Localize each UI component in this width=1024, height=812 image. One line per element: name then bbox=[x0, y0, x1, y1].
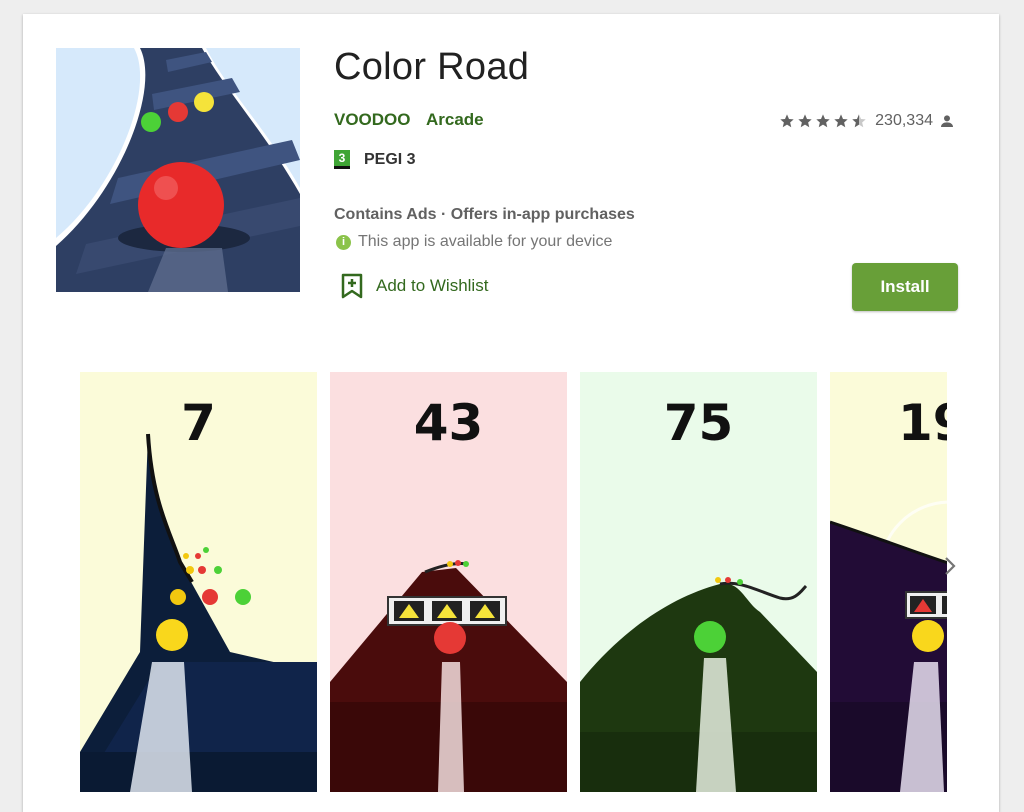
availability-notice: i This app is available for your device bbox=[336, 233, 612, 251]
rating-count: 230,334 bbox=[875, 112, 933, 129]
star-rating bbox=[779, 113, 869, 129]
star-icon bbox=[780, 114, 794, 128]
bookmark-add-icon bbox=[341, 273, 363, 299]
screenshot-1[interactable]: 7 bbox=[80, 372, 317, 792]
screenshot-score: 7 bbox=[181, 394, 216, 452]
wishlist-label: Add to Wishlist bbox=[376, 276, 489, 295]
screenshot-2[interactable]: 43 bbox=[330, 372, 567, 792]
availability-text: This app is available for your device bbox=[358, 233, 613, 250]
star-icon bbox=[798, 114, 812, 128]
genre-link[interactable]: Arcade bbox=[426, 110, 484, 130]
developer-link[interactable]: VOODOO bbox=[334, 110, 411, 130]
install-button[interactable]: Install bbox=[852, 263, 958, 311]
person-icon bbox=[941, 115, 953, 127]
screenshot-score: 43 bbox=[413, 394, 484, 452]
app-icon bbox=[56, 48, 300, 292]
chevron-right-icon[interactable] bbox=[938, 554, 962, 578]
screenshot-score: 75 bbox=[663, 394, 734, 452]
star-icon bbox=[816, 114, 830, 128]
app-details-card: Color Road VOODOO Arcade 230,334 3 PEGI … bbox=[23, 14, 999, 812]
ads-notice: Contains Ads · Offers in-app purchases bbox=[334, 206, 635, 223]
screenshot-4[interactable]: 19 bbox=[830, 372, 947, 792]
screenshot-score: 19 bbox=[898, 394, 947, 452]
star-icon bbox=[834, 114, 848, 128]
add-to-wishlist-button[interactable]: Add to Wishlist bbox=[341, 273, 488, 299]
info-icon: i bbox=[336, 234, 351, 250]
rating-summary: 230,334 bbox=[779, 112, 955, 130]
app-title: Color Road bbox=[334, 46, 530, 88]
star-half-icon bbox=[852, 114, 866, 128]
pegi-badge-icon: 3 bbox=[334, 150, 350, 169]
content-rating: 3 PEGI 3 bbox=[334, 150, 416, 169]
screenshot-3[interactable]: 75 bbox=[580, 372, 817, 792]
pegi-label: PEGI 3 bbox=[364, 150, 416, 168]
screenshot-carousel: 7 43 75 1 bbox=[80, 372, 947, 792]
